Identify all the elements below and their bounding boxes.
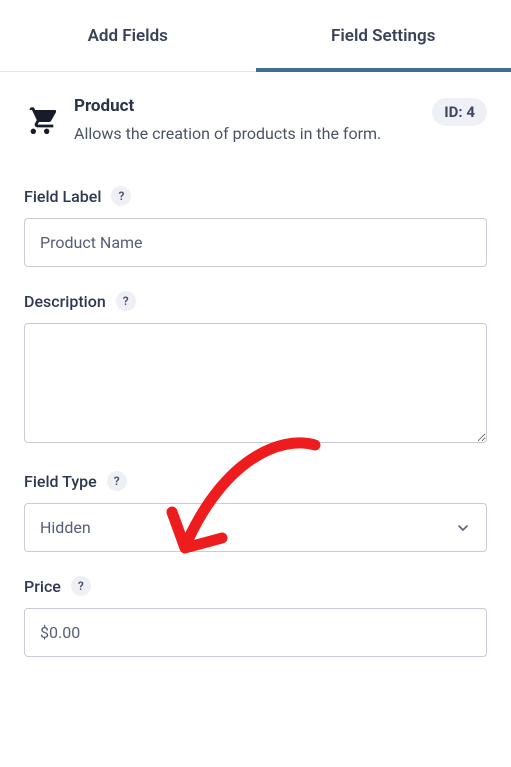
type-label-text: Field Type — [24, 472, 97, 491]
help-icon[interactable]: ? — [71, 576, 91, 596]
label-row: Field Type ? — [24, 471, 487, 491]
tab-add-fields[interactable]: Add Fields — [0, 0, 256, 71]
tab-label: Add Fields — [88, 26, 168, 46]
price-input[interactable] — [24, 608, 487, 657]
field-header-text: Product Allows the creation of products … — [74, 96, 414, 146]
help-icon[interactable]: ? — [107, 471, 127, 491]
field-group-price: Price ? — [24, 576, 487, 657]
tab-label: Field Settings — [331, 26, 435, 46]
label-row: Price ? — [24, 576, 487, 596]
price-label-text: Price — [24, 577, 61, 596]
field-description: Allows the creation of products in the f… — [74, 122, 414, 146]
help-icon[interactable]: ? — [111, 186, 131, 206]
field-label-input[interactable] — [24, 218, 487, 267]
help-icon[interactable]: ? — [116, 291, 136, 311]
description-label-text: Description — [24, 292, 106, 311]
field-header: Product Allows the creation of products … — [0, 72, 511, 146]
tab-field-settings[interactable]: Field Settings — [256, 0, 511, 71]
settings-tabs: Add Fields Field Settings — [0, 0, 511, 72]
field-label-text: Field Label — [24, 187, 101, 206]
description-textarea[interactable] — [24, 323, 487, 443]
field-group-label: Field Label ? — [24, 186, 487, 267]
label-row: Description ? — [24, 291, 487, 311]
field-group-type: Field Type ? Hidden — [24, 471, 487, 552]
field-type-select-wrap: Hidden — [24, 503, 487, 552]
field-title: Product — [74, 96, 414, 116]
field-type-select[interactable]: Hidden — [24, 503, 487, 552]
label-row: Field Label ? — [24, 186, 487, 206]
field-id-badge: ID: 4 — [432, 98, 487, 126]
field-group-description: Description ? — [24, 291, 487, 447]
cart-icon — [24, 102, 56, 134]
form-body: Field Label ? Description ? Field Type ?… — [0, 146, 511, 657]
